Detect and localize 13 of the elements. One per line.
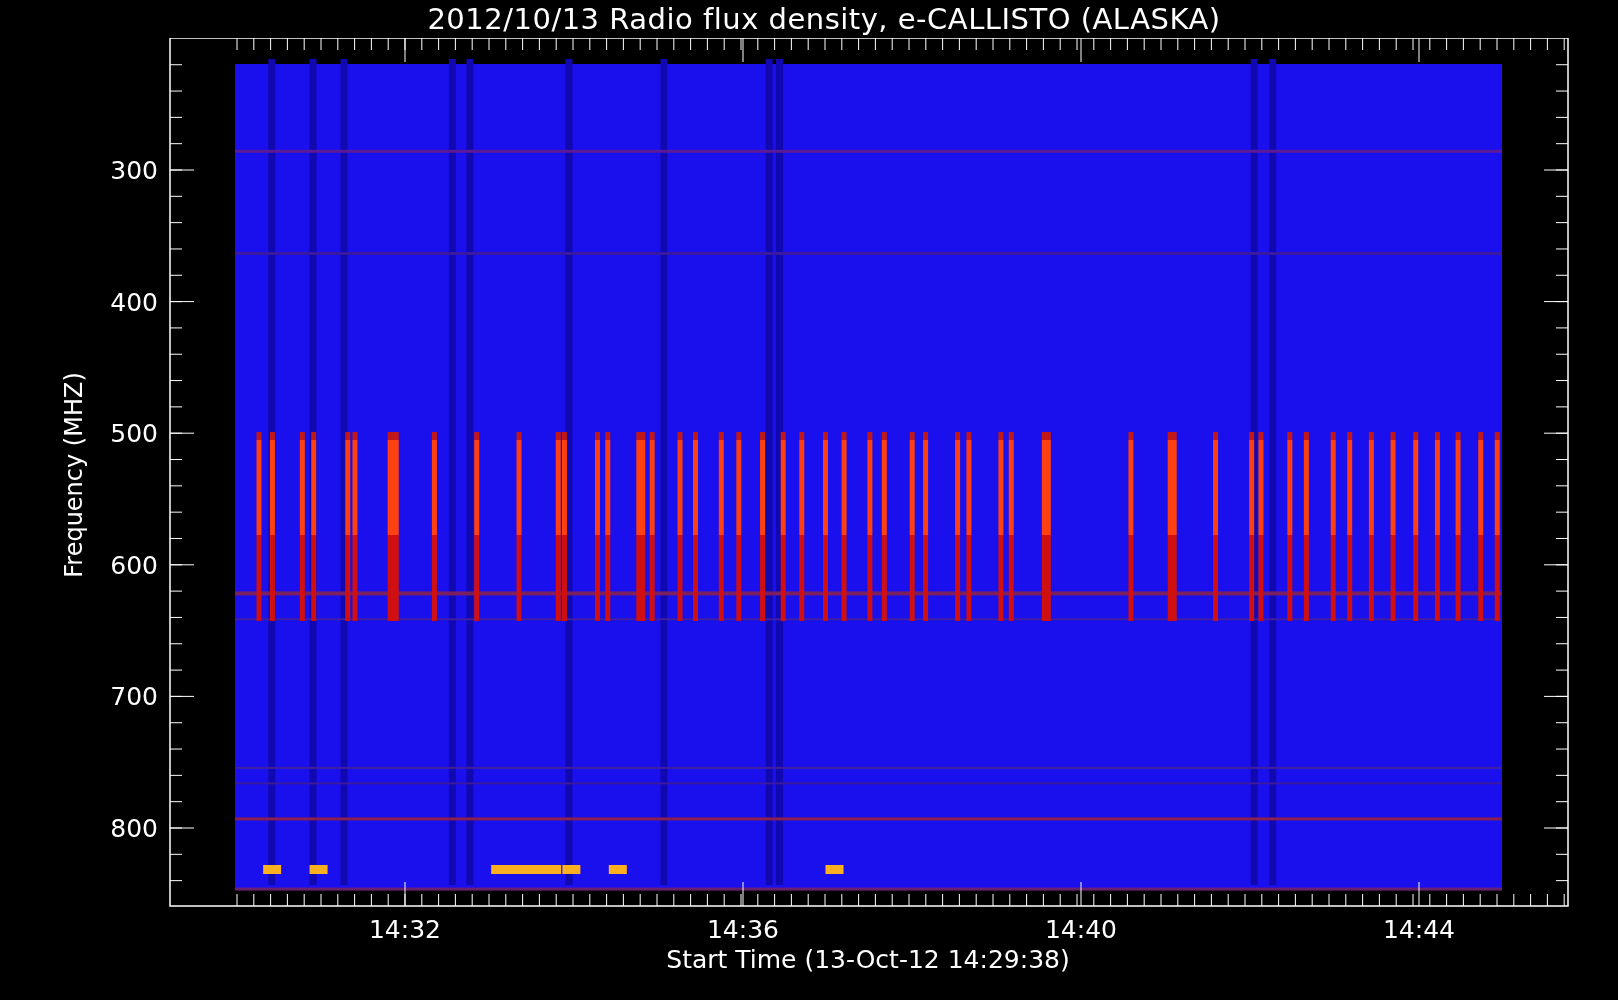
y-tick-label: 700: [110, 682, 158, 712]
y-tick-label: 500: [110, 419, 158, 449]
x-tick-label: 14:36: [707, 915, 779, 944]
y-tick-label: 400: [110, 287, 158, 317]
x-tick-label: 14:40: [1045, 915, 1117, 944]
y-tick-label: 300: [110, 156, 158, 185]
y-tick-label: 600: [110, 550, 158, 580]
chart-title: 2012/10/13 Radio flux density, e-CALLISTO (ALASKA): [427, 1, 1221, 38]
y-tick-label: 800: [110, 814, 158, 843]
y-axis-label: Frequency (MHZ): [60, 372, 88, 578]
x-tick-label: 14:44: [1383, 915, 1455, 944]
x-tick-label: 14:32: [369, 915, 441, 944]
x-axis-label: Start Time (13-Oct-12 14:29:38): [666, 945, 1070, 974]
